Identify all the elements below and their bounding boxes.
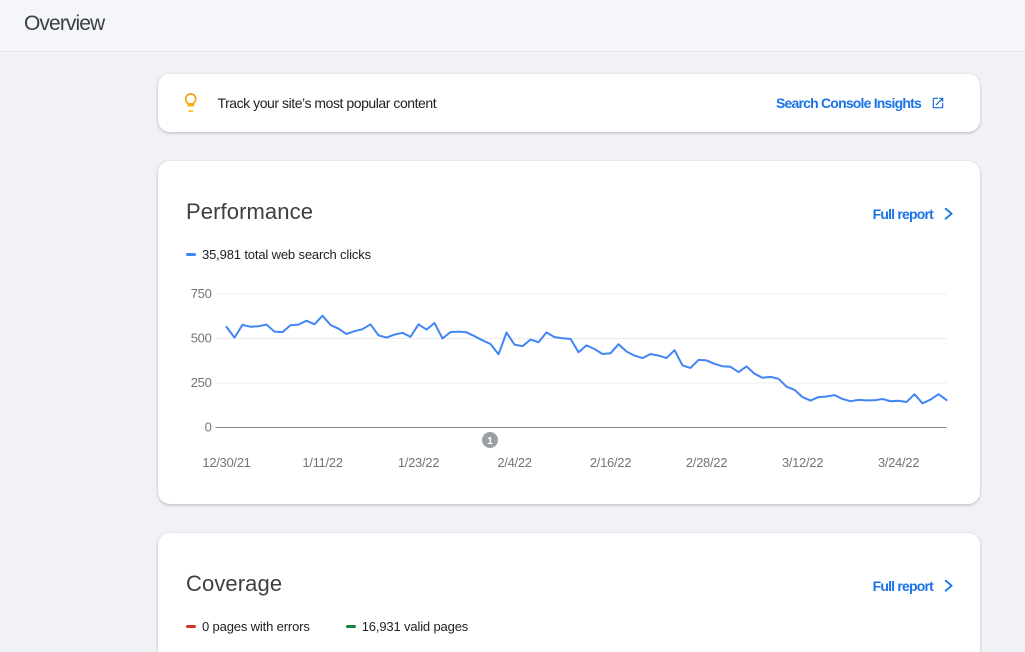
svg-text:1/11/22: 1/11/22 [302, 455, 342, 470]
svg-text:3/24/22: 3/24/22 [878, 455, 919, 470]
svg-text:0: 0 [205, 420, 212, 435]
svg-text:1: 1 [487, 436, 493, 447]
svg-text:2/4/22: 2/4/22 [497, 455, 531, 470]
svg-text:2/16/22: 2/16/22 [590, 455, 631, 470]
svg-text:12/30/21: 12/30/21 [202, 455, 250, 470]
svg-text:250: 250 [191, 375, 212, 390]
svg-text:500: 500 [191, 331, 212, 346]
svg-text:3/12/22: 3/12/22 [782, 455, 823, 470]
svg-text:1/23/22: 1/23/22 [398, 455, 439, 470]
svg-text:2/28/22: 2/28/22 [686, 455, 727, 470]
svg-text:750: 750 [191, 286, 212, 301]
